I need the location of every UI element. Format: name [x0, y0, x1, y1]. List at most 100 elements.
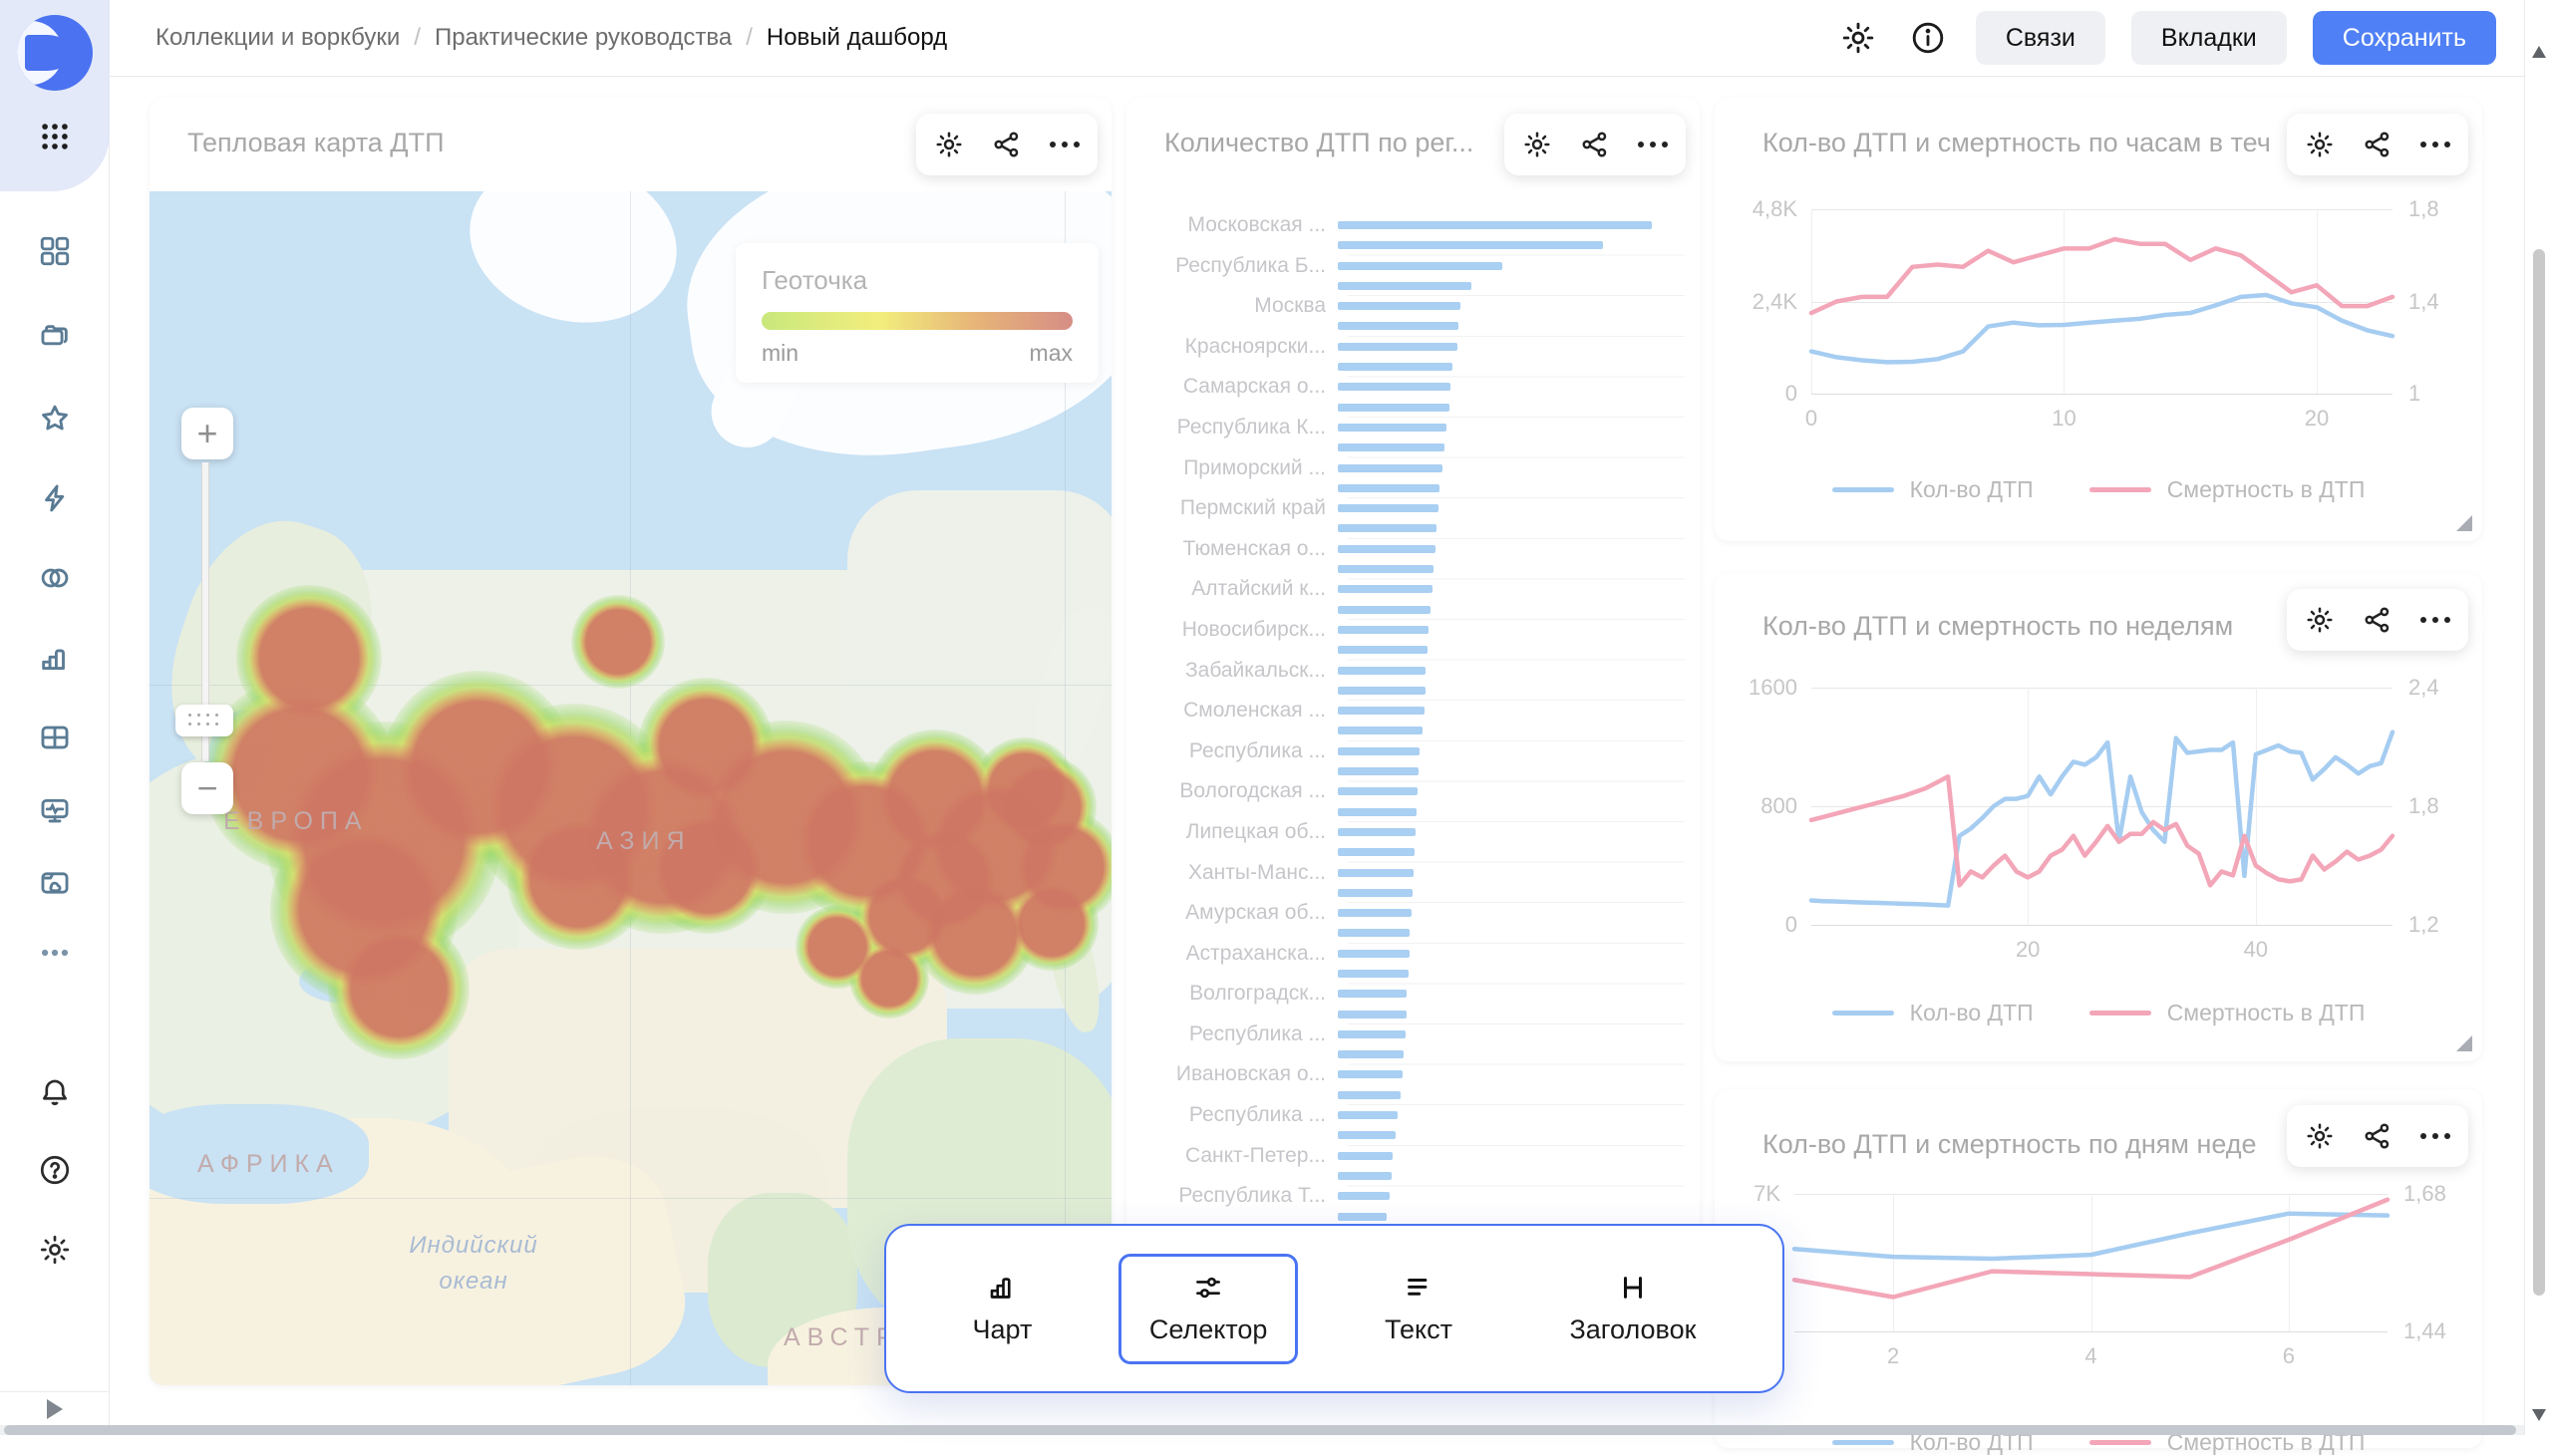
bar-chart[interactable]: Московская ...Республика Б...МоскваКрасн…	[1126, 215, 1685, 1227]
bar[interactable]	[1338, 424, 1446, 432]
datalens-logo[interactable]	[17, 15, 93, 91]
line-chart-days[interactable]: 2467K1,681,44	[1794, 1194, 2388, 1331]
bar[interactable]	[1338, 1131, 1396, 1139]
bar[interactable]	[1338, 585, 1433, 593]
links-button[interactable]: Связи	[1976, 11, 2105, 65]
sidebar-item-collections-icon[interactable]	[33, 314, 77, 358]
bar[interactable]	[1338, 221, 1652, 229]
sidebar-item-dashboards-icon[interactable]	[33, 229, 77, 273]
bar[interactable]	[1338, 504, 1438, 512]
bar[interactable]	[1338, 443, 1444, 451]
widget-gear-icon[interactable]	[2305, 1121, 2335, 1151]
toolbar-item-selector[interactable]: Селектор	[1118, 1254, 1299, 1364]
breadcrumb-collections[interactable]: Коллекции и воркбуки	[156, 24, 400, 52]
bar[interactable]	[1338, 262, 1502, 270]
widget-gear-icon[interactable]	[934, 130, 964, 159]
map-zoom-slider-handle[interactable]	[175, 705, 233, 736]
bar[interactable]	[1338, 1070, 1403, 1078]
widget-gear-icon[interactable]	[2305, 130, 2335, 159]
bar[interactable]	[1338, 1091, 1401, 1099]
line-chart-hours[interactable]: 010204,8K2,4K01,81,41	[1811, 209, 2392, 394]
widget-menu-icon[interactable]	[1638, 142, 1668, 147]
bar[interactable]	[1338, 687, 1426, 695]
sidebar-item-favorites-icon[interactable]	[33, 397, 77, 440]
bar[interactable]	[1338, 747, 1420, 755]
heatmap-map[interactable]: ЕВРОПА АЗИЯ АФРИКА АВСТРАЛИЯ Индийский о…	[150, 191, 1112, 1385]
line-chart-weeks[interactable]: 2040160080002,41,81,2	[1811, 688, 2392, 925]
legend-item[interactable]: Смертность в ДТП	[2089, 1000, 2366, 1026]
widget-menu-icon[interactable]	[2420, 142, 2450, 147]
bar[interactable]	[1338, 970, 1409, 978]
widget-gear-icon[interactable]	[1522, 130, 1552, 159]
bar[interactable]	[1338, 990, 1407, 998]
bar[interactable]	[1338, 667, 1426, 675]
settings-gear-icon[interactable]	[1836, 16, 1880, 60]
bar[interactable]	[1338, 363, 1452, 371]
bar[interactable]	[1338, 646, 1428, 654]
bar[interactable]	[1338, 524, 1436, 532]
scroll-down-arrow[interactable]	[2532, 1409, 2546, 1421]
widget-links-icon[interactable]	[992, 130, 1022, 159]
legend-item[interactable]: Кол-во ДТП	[1832, 476, 2034, 503]
bar[interactable]	[1338, 727, 1423, 734]
bar[interactable]	[1338, 322, 1458, 330]
widget-gear-icon[interactable]	[2305, 605, 2335, 635]
bar[interactable]	[1338, 828, 1416, 836]
toolbar-item-text[interactable]: Текст	[1354, 1254, 1483, 1364]
widget-resize-handle[interactable]	[2456, 1035, 2472, 1051]
sidebar-item-storage-icon[interactable]	[33, 861, 77, 905]
bar[interactable]	[1338, 1152, 1393, 1160]
bar[interactable]	[1338, 848, 1415, 856]
horizontal-scrollbar-thumb[interactable]	[4, 1425, 2516, 1435]
notifications-bell-icon[interactable]	[33, 1070, 77, 1114]
bar[interactable]	[1338, 909, 1412, 917]
help-icon[interactable]	[33, 1148, 77, 1192]
scroll-up-arrow[interactable]	[2532, 46, 2546, 58]
legend-item[interactable]: Смертность в ДТП	[2089, 476, 2366, 503]
bar[interactable]	[1338, 241, 1603, 249]
bar[interactable]	[1338, 1192, 1390, 1200]
bar[interactable]	[1338, 787, 1418, 795]
widget-links-icon[interactable]	[1580, 130, 1610, 159]
widget-links-icon[interactable]	[2363, 1121, 2392, 1151]
toolbar-item-chart[interactable]: Чарт	[942, 1254, 1064, 1364]
bar[interactable]	[1338, 1011, 1407, 1019]
vertical-scrollbar[interactable]	[2524, 0, 2552, 1435]
bar[interactable]	[1338, 1111, 1398, 1119]
widget-links-icon[interactable]	[2363, 130, 2392, 159]
bar[interactable]	[1338, 1050, 1404, 1058]
breadcrumb-guides[interactable]: Практические руководства	[435, 24, 732, 52]
sidebar-item-monitoring-icon[interactable]	[33, 789, 77, 833]
sidebar-item-tables-icon[interactable]	[33, 716, 77, 759]
tabs-button[interactable]: Вкладки	[2131, 11, 2287, 65]
save-button[interactable]: Сохранить	[2313, 11, 2496, 65]
legend-item[interactable]: Кол-во ДТП	[1832, 1000, 2034, 1026]
bar[interactable]	[1338, 808, 1417, 816]
bar[interactable]	[1338, 565, 1434, 573]
sidebar-item-more-icon[interactable]	[33, 931, 77, 975]
bar[interactable]	[1338, 626, 1429, 634]
bar[interactable]	[1338, 707, 1425, 715]
sidebar-item-connections-icon[interactable]	[33, 476, 77, 520]
bar[interactable]	[1338, 606, 1431, 614]
bar[interactable]	[1338, 1213, 1387, 1221]
vertical-scrollbar-thumb[interactable]	[2533, 249, 2545, 1296]
user-settings-gear-icon[interactable]	[33, 1228, 77, 1272]
bar[interactable]	[1338, 343, 1457, 351]
bar[interactable]	[1338, 869, 1414, 877]
bar[interactable]	[1338, 950, 1410, 958]
toolbar-item-heading[interactable]: Заголовок	[1538, 1254, 1727, 1364]
widget-menu-icon[interactable]	[1050, 142, 1080, 147]
apps-grid-icon[interactable]	[33, 115, 77, 158]
bar[interactable]	[1338, 404, 1449, 412]
widget-links-icon[interactable]	[2363, 605, 2392, 635]
sidebar-item-charts-icon[interactable]	[33, 636, 77, 680]
widget-menu-icon[interactable]	[2420, 1133, 2450, 1139]
bar[interactable]	[1338, 889, 1413, 897]
bar[interactable]	[1338, 484, 1439, 492]
bar[interactable]	[1338, 767, 1419, 775]
horizontal-scrollbar[interactable]	[0, 1425, 2524, 1435]
widget-resize-handle[interactable]	[2456, 515, 2472, 531]
bar[interactable]	[1338, 464, 1442, 472]
bar[interactable]	[1338, 383, 1450, 391]
